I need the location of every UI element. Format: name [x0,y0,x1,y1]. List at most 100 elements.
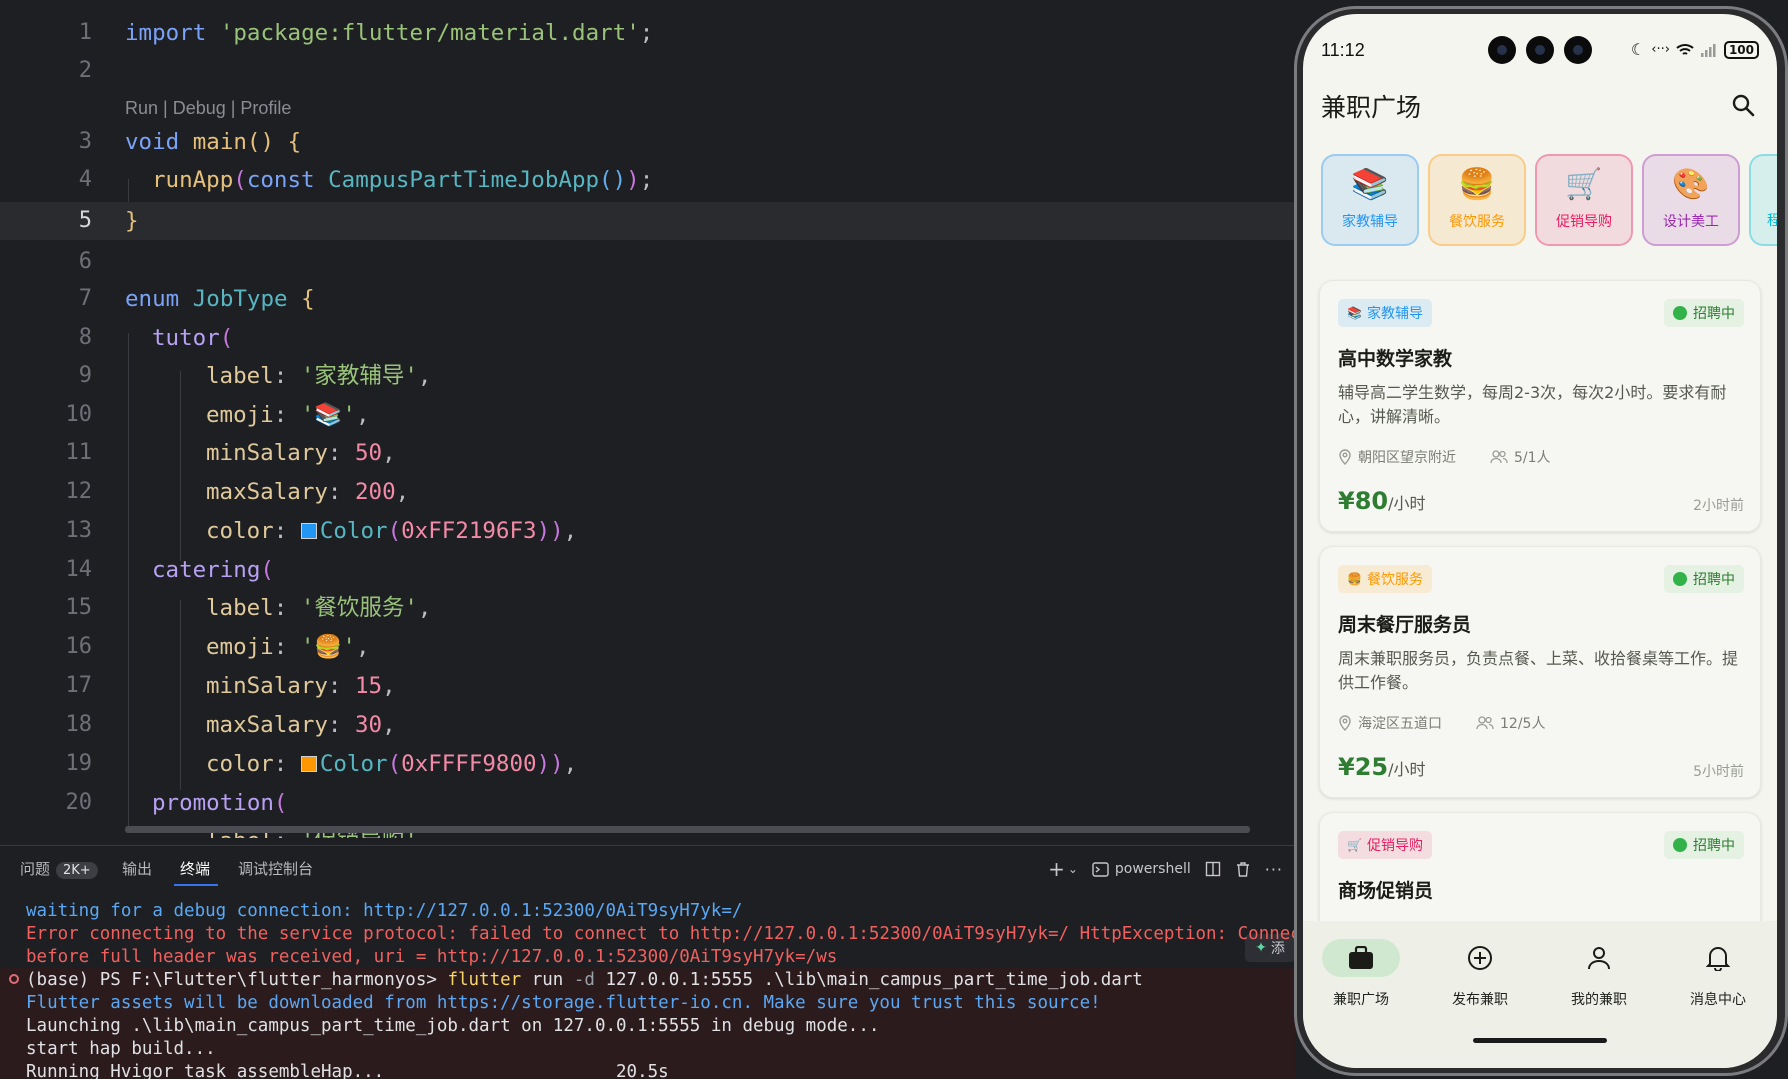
code-token: catering [152,557,261,583]
status-time: 11:12 [1321,40,1365,60]
terminal-command: flutter [447,970,522,990]
signal-icon [1700,43,1716,57]
code-line-current[interactable]: 5 } [0,202,1295,240]
category-card-partial[interactable]: 程 [1749,154,1777,246]
code-token: ) [536,518,551,544]
horizontal-scrollbar[interactable] [125,826,1250,833]
line-number: 17 [65,673,93,698]
tag-label: 餐饮服务 [1366,572,1423,588]
category-card-promotion[interactable]: 🛒 促销导购 [1535,154,1633,246]
status-icons: ☾ ‹··› 100 [1631,40,1759,59]
panel-tabs: 问题 2K+ 输出 终端 调试控制台 + ⌄ powershell ··· [0,846,1295,892]
status-label: 招聘中 [1693,572,1735,588]
code-line[interactable]: 20 promotion( [0,784,1295,822]
job-title: 高中数学家教 [1338,348,1453,370]
code-line[interactable]: 11 minSalary: 50, [0,434,1295,472]
code-token: , [417,363,432,389]
job-description: 周末兼职服务员，负责点餐、上菜、收拾餐桌等工作。提供工作餐。 [1338,649,1739,692]
job-headcount: 5/1人 [1514,450,1551,466]
code-token: : [273,402,301,428]
code-line[interactable]: 17 minSalary: 15, [0,667,1295,705]
camera-icon [1564,36,1592,64]
terminal-arg: run [521,970,574,990]
code-line[interactable]: 9 label: '家教辅导', [0,357,1295,395]
code-line[interactable]: 4 runApp(const CampusPartTimeJobApp()); [0,161,1295,199]
job-category-tag: 📚 家教辅导 [1338,299,1432,327]
job-card[interactable]: 🍔 餐饮服务 招聘中 周末餐厅服务员 周末兼职服务员，负责点餐、上菜、收拾餐桌等工… [1319,546,1761,798]
code-line[interactable]: 15 label: '餐饮服务', [0,589,1295,627]
nav-item-my-jobs[interactable]: 我的兼职 [1544,939,1654,1009]
job-card[interactable]: 📚 家教辅导 招聘中 高中数学家教 辅导高二学生数学，每周2-3次，每次2小时。要… [1319,280,1761,532]
kill-terminal-button[interactable] [1235,861,1251,878]
page-title: 兼职广场 [1321,93,1422,122]
code-token: () [599,167,627,193]
split-terminal-button[interactable] [1205,861,1221,877]
code-token: : [273,363,301,389]
code-token: ( [387,751,402,777]
color-swatch-icon[interactable] [300,756,317,772]
tab-output[interactable]: 输出 [122,858,152,879]
home-indicator[interactable] [1473,1038,1607,1043]
code-token: ( [219,325,234,351]
nav-icon-container [1322,939,1400,977]
code-line[interactable]: 10 emoji: '📚', [0,396,1295,434]
code-line[interactable]: 13 color: Color(0xFF2196F3)), [0,512,1295,550]
codelens-run-debug-profile[interactable]: Run | Debug | Profile [125,98,291,119]
code-token: color [206,518,274,544]
search-icon[interactable] [1731,93,1755,117]
code-line[interactable]: 2 [0,52,1295,90]
code-line[interactable]: 1 import 'package:flutter/material.dart'… [0,14,1295,52]
nav-item-messages[interactable]: 消息中心 [1663,939,1773,1009]
code-token: '🍔' [300,634,356,660]
tab-debug-console[interactable]: 调试控制台 [238,858,313,879]
books-icon: 📚 [1347,306,1362,320]
category-card-tutor[interactable]: 📚 家教辅导 [1321,154,1419,246]
code-line[interactable]: 6 [0,243,1295,281]
code-token: } [125,208,139,234]
terminal-output[interactable]: waiting for a debug connection: http://1… [26,900,1311,1079]
bottom-navigation: 兼职广场 发布兼职 我的兼职 消息中心 [1303,921,1777,1068]
code-line[interactable]: 3 void main() { [0,123,1295,161]
code-line[interactable]: 14 catering( [0,551,1295,589]
code-line[interactable]: 19 color: Color(0xFFFF9800)), [0,745,1295,783]
nav-item-post-job[interactable]: 发布兼职 [1425,939,1535,1009]
job-salary: ¥25/小时 [1338,753,1426,781]
salary-unit: /小时 [1388,494,1426,513]
line-number: 7 [78,286,92,311]
line-number: 16 [65,634,93,659]
wifi-icon [1676,43,1694,55]
cart-icon: 🛒 [1565,167,1603,202]
code-line[interactable]: 8 tutor( [0,319,1295,357]
terminal-profile-button[interactable]: powershell [1092,861,1191,877]
code-line[interactable]: 7 enum JobType { [0,280,1295,318]
category-card-catering[interactable]: 🍔 餐饮服务 [1428,154,1526,246]
line-number: 5 [78,208,92,233]
nav-item-job-square[interactable]: 兼职广场 [1306,939,1416,1009]
code-token: , [563,751,578,777]
nav-icon-container [1679,939,1757,977]
category-card-design[interactable]: 🎨 设计美工 [1642,154,1740,246]
code-line[interactable]: 12 maxSalary: 200, [0,473,1295,511]
job-category-tag: 🍔 餐饮服务 [1338,565,1432,593]
tab-terminal[interactable]: 终端 [180,858,210,879]
line-number: 2 [78,58,92,83]
new-terminal-button[interactable]: + ⌄ [1048,857,1078,881]
nav-label: 发布兼职 [1452,992,1508,1008]
color-swatch-icon[interactable] [300,523,317,539]
code-line[interactable]: 16 emoji: '🍔', [0,628,1295,666]
nav-label: 我的兼职 [1571,992,1627,1008]
code-line[interactable]: 18 maxSalary: 30, [0,706,1295,744]
code-token: : [327,712,356,738]
tab-problems[interactable]: 问题 2K+ [20,858,98,879]
more-actions-button[interactable]: ··· [1265,860,1283,879]
code-token: JobType [179,286,302,312]
nav-label: 兼职广场 [1333,992,1389,1008]
job-headcount: 12/5人 [1500,716,1546,732]
code-token: , [417,595,432,621]
code-token: tutor [152,325,220,351]
terminal-line: Launching .\lib\main_campus_part_time_jo… [26,1016,880,1036]
line-number: 11 [65,440,93,465]
code-editor[interactable]: 1 import 'package:flutter/material.dart'… [0,0,1295,838]
code-token: ( [233,167,247,193]
camera-icon [1488,36,1516,64]
